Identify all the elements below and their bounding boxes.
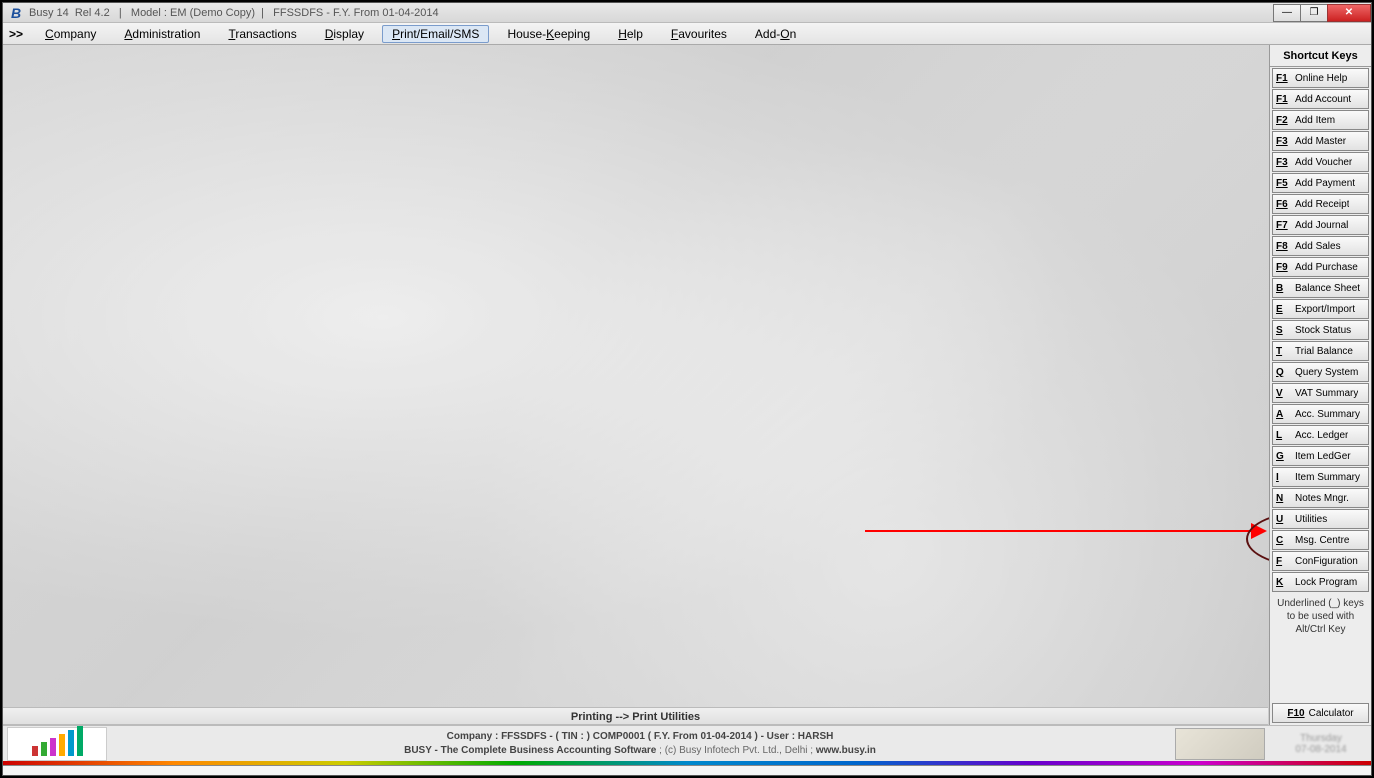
menu-printemailsms[interactable]: Print/Email/SMS (382, 25, 489, 43)
menu-transactions[interactable]: Transactions (218, 25, 306, 43)
shortcut-accsummary[interactable]: AAcc. Summary (1272, 404, 1369, 424)
menu-favourites[interactable]: Favourites (661, 25, 737, 43)
shortcut-vatsummary[interactable]: VVAT Summary (1272, 383, 1369, 403)
breadcrumb: Printing --> Print Utilities (3, 707, 1268, 725)
shortcut-calculator[interactable]: F10 Calculator (1272, 703, 1369, 723)
menu-arrow: >> (9, 27, 23, 41)
footer-product-name: BUSY - The Complete Business Accounting … (404, 745, 656, 756)
menu-display[interactable]: Display (315, 25, 374, 43)
shortcut-addsales[interactable]: F8Add Sales (1272, 236, 1369, 256)
wallpaper-image (3, 45, 1269, 725)
shortcut-msgcentre[interactable]: CMsg. Centre (1272, 530, 1369, 550)
menubar: >> Company Administration Transactions Disp… (3, 23, 1371, 45)
shortcut-exportimport[interactable]: EExport/Import (1272, 299, 1369, 319)
footer-website[interactable]: www.busy.in (816, 745, 876, 756)
shortcut-additem[interactable]: F2Add Item (1272, 110, 1369, 130)
annotation-arrow-head (1251, 523, 1267, 539)
shortcut-note: Underlined (_) keys to be used with Alt/… (1270, 597, 1371, 636)
footer-chart-icon[interactable] (7, 727, 107, 761)
footer-company-line: Company : FFSSDFS - ( TIN : ) COMP0001 (… (447, 731, 834, 742)
footer-date: Thursday 07-08-2014 (1271, 733, 1371, 755)
shortcut-balancesheet[interactable]: BBalance Sheet (1272, 278, 1369, 298)
shortcut-addmaster[interactable]: F3Add Master (1272, 131, 1369, 151)
shortcut-utilities[interactable]: UUtilities (1272, 509, 1369, 529)
shortcut-notesmngr[interactable]: NNotes Mngr. (1272, 488, 1369, 508)
taskbar-strip (3, 765, 1371, 775)
footer: Company : FFSSDFS - ( TIN : ) COMP0001 (… (3, 725, 1371, 761)
minimize-button[interactable]: — (1273, 4, 1301, 22)
shortcut-addreceipt[interactable]: F6Add Receipt (1272, 194, 1369, 214)
shortcut-onlinehelp[interactable]: F1Online Help (1272, 68, 1369, 88)
app-icon: B (7, 4, 25, 22)
shortcut-panel: Shortcut Keys F1Online HelpF1Add Account… (1269, 45, 1371, 725)
shortcut-itemsummary[interactable]: IItem Summary (1272, 467, 1369, 487)
shortcut-addaccount[interactable]: F1Add Account (1272, 89, 1369, 109)
workspace (3, 45, 1269, 725)
footer-stamp-image (1175, 728, 1265, 760)
shortcut-stockstatus[interactable]: SStock Status (1272, 320, 1369, 340)
shortcut-addpayment[interactable]: F5Add Payment (1272, 173, 1369, 193)
shortcut-itemledger[interactable]: GItem LedGer (1272, 446, 1369, 466)
shortcut-addjournal[interactable]: F7Add Journal (1272, 215, 1369, 235)
menu-addon[interactable]: Add-On (745, 25, 806, 43)
annotation-arrow (865, 530, 1261, 532)
menu-administration[interactable]: Administration (114, 25, 210, 43)
menu-housekeeping[interactable]: House-Keeping (497, 25, 600, 43)
maximize-button[interactable]: ❐ (1300, 4, 1328, 22)
menu-company[interactable]: Company (35, 25, 106, 43)
window-title: Busy 14 Rel 4.2 | Model : EM (Demo Copy)… (29, 7, 439, 19)
menu-help[interactable]: Help (608, 25, 653, 43)
shortcut-addvoucher[interactable]: F3Add Voucher (1272, 152, 1369, 172)
shortcut-accledger[interactable]: LAcc. Ledger (1272, 425, 1369, 445)
shortcut-addpurchase[interactable]: F9Add Purchase (1272, 257, 1369, 277)
shortcut-trialbalance[interactable]: TTrial Balance (1272, 341, 1369, 361)
shortcut-configuration[interactable]: FConFiguration (1272, 551, 1369, 571)
titlebar: B Busy 14 Rel 4.2 | Model : EM (Demo Cop… (3, 3, 1371, 23)
shortcut-lockprogram[interactable]: KLock Program (1272, 572, 1369, 592)
close-button[interactable]: ✕ (1327, 4, 1371, 22)
shortcut-querysystem[interactable]: QQuery System (1272, 362, 1369, 382)
shortcut-header: Shortcut Keys (1270, 45, 1371, 67)
